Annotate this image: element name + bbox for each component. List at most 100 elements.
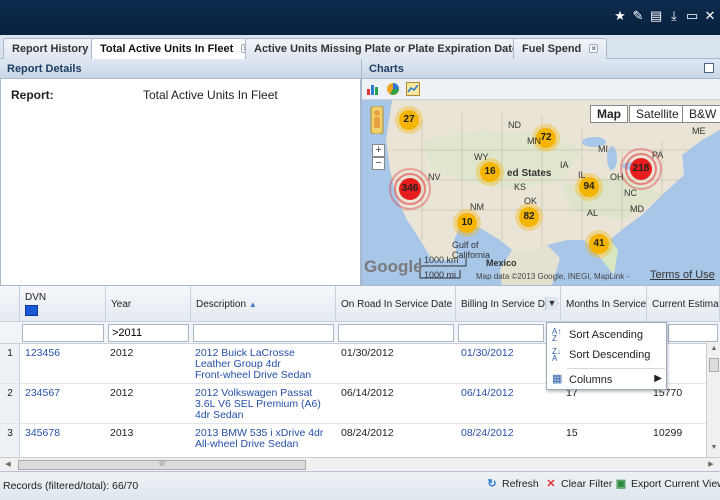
cluster-count[interactable]: 72	[531, 132, 561, 143]
column-header-billing-date[interactable]: Billing In Service Date ▼	[456, 286, 561, 322]
map-state-label: MI	[598, 144, 608, 154]
menu-item-label: Sort Descending	[569, 349, 651, 361]
billing-date-link[interactable]: 08/24/2012	[461, 428, 514, 439]
cluster-count[interactable]: 41	[584, 238, 614, 249]
map-icon[interactable]	[406, 82, 420, 96]
columns-menu-item[interactable]: ▦ Columns ▶	[547, 370, 666, 390]
report-details-header: Report Details	[0, 59, 361, 79]
dvn-filter-input[interactable]	[22, 324, 104, 342]
status-bar: Records (filtered/total): 66/70 ↻ Refres…	[0, 471, 720, 500]
column-header-months[interactable]: Months In Service	[561, 286, 647, 322]
tab-fuel-spend[interactable]: Fuel Spend ×	[513, 38, 608, 59]
estimate-filter-input[interactable]	[668, 324, 718, 342]
google-logo: Google	[364, 257, 423, 276]
tab-active-units-missing-plate[interactable]: Active Units Missing Plate or Plate Expi…	[245, 38, 545, 59]
dvn-link[interactable]: 234567	[25, 388, 60, 399]
description-link[interactable]: 2012 Volkswagen Passat 3.6L V6 SEL Premi…	[195, 388, 321, 421]
export-label: Export Current View	[631, 478, 720, 490]
download-icon[interactable]: ⤓	[668, 9, 680, 23]
scroll-down-icon[interactable]: ▼	[709, 444, 719, 454]
table-row[interactable]: 2 234567 2012 2012 Volkswagen Passat 3.6…	[0, 384, 720, 424]
map-state-label: OH	[610, 172, 624, 182]
map-type-map[interactable]: Map	[590, 105, 628, 123]
dvn-filter-icon	[25, 305, 38, 316]
cluster-count[interactable]: 10	[452, 217, 482, 228]
cluster-count[interactable]: 218	[626, 163, 656, 174]
map-state-label: WY	[474, 152, 489, 162]
row-number: 3	[7, 428, 13, 439]
dvn-link[interactable]: 123456	[25, 348, 60, 359]
cluster-count[interactable]: 82	[514, 211, 544, 222]
tab-label: Fuel Spend	[522, 43, 582, 55]
terms-of-use-link[interactable]: Terms of Use	[650, 269, 715, 281]
restore-icon[interactable]	[704, 63, 714, 73]
sort-ascending-menu-item[interactable]: A↑ Z Sort Ascending	[547, 325, 666, 345]
tab-report-history[interactable]: Report History	[3, 38, 98, 59]
clear-filter-label: Clear Filter	[561, 478, 613, 490]
menu-item-label: Sort Ascending	[569, 329, 643, 341]
column-header-label: Current Estimate	[652, 299, 720, 310]
scroll-left-icon[interactable]: ◀	[3, 460, 13, 470]
column-header-on-road-date[interactable]: On Road In Service Date	[336, 286, 456, 322]
map-scale-km: 1000 km	[424, 255, 459, 265]
export-button[interactable]: ▣ Export Current View	[615, 478, 720, 494]
tab-label: Active Units Missing Plate or Plate Expi…	[254, 43, 519, 55]
pie-chart-icon[interactable]	[386, 82, 400, 96]
map-scale-mi: 1000 mi	[424, 270, 457, 280]
print-icon[interactable]: ▤	[650, 9, 662, 23]
tab-close-icon[interactable]: ×	[589, 44, 599, 53]
scroll-thumb[interactable]: III	[18, 460, 306, 470]
column-header-description[interactable]: Description ▲	[191, 286, 336, 322]
scroll-right-icon[interactable]: ▶	[706, 460, 716, 470]
cluster-count[interactable]: 16	[475, 166, 505, 177]
map-type-satellite[interactable]: Satellite	[629, 105, 686, 123]
billing-date-link[interactable]: 06/14/2012	[461, 388, 514, 399]
zoom-in-button[interactable]: +	[372, 144, 385, 157]
description-link[interactable]: 2012 Buick LaCrosse Leather Group 4dr Fr…	[195, 348, 311, 381]
column-header-label: Months In Service	[566, 299, 647, 310]
on-road-filter-input[interactable]	[338, 324, 454, 342]
horizontal-scrollbar[interactable]: ◀ III ▶	[0, 457, 720, 471]
billing-filter-input[interactable]	[458, 324, 544, 342]
star-icon[interactable]: ★	[614, 9, 626, 23]
description-filter-input[interactable]	[193, 324, 334, 342]
refresh-button[interactable]: ↻ Refresh	[486, 478, 538, 494]
column-header-year[interactable]: Year	[106, 286, 191, 322]
scroll-thumb[interactable]	[709, 358, 719, 372]
months-cell: 15	[566, 427, 578, 439]
column-header-dvn[interactable]: DVN	[20, 286, 106, 322]
billing-date-link[interactable]: 01/30/2012	[461, 348, 514, 359]
sort-descending-menu-item[interactable]: Z↓ A Sort Descending	[547, 345, 666, 365]
on-road-date-cell: 06/14/2012	[341, 387, 394, 399]
column-header-estimate[interactable]: Current Estimate	[647, 286, 720, 322]
map-state-label: OK	[524, 196, 538, 206]
table-row[interactable]: 3 345678 2013 2013 BMW 535 i xDrive 4dr …	[0, 424, 720, 458]
cluster-count[interactable]: 94	[574, 181, 604, 192]
pin-icon[interactable]: ✎	[632, 9, 644, 23]
sort-ascending-icon: A↑ Z	[552, 327, 562, 343]
clear-filter-button[interactable]: ✕ Clear Filter	[545, 478, 612, 494]
bar-chart-icon[interactable]	[366, 82, 380, 96]
cluster-count[interactable]: 346	[395, 183, 425, 194]
column-menu-chevron-icon[interactable]: ▼	[545, 297, 558, 310]
dvn-link[interactable]: 345678	[25, 428, 60, 439]
map-state-label: AL	[587, 208, 599, 218]
description-link[interactable]: 2013 BMW 535 i xDrive 4dr All-wheel Driv…	[195, 428, 323, 450]
cluster-count[interactable]: 27	[394, 114, 424, 125]
app-window: ★ ✎ ▤ ⤓ ▭ ✕ Report History Total Active …	[0, 0, 720, 500]
tab-total-active-units[interactable]: Total Active Units In Fleet×	[91, 38, 260, 60]
report-label: Report:	[11, 88, 54, 102]
close-icon[interactable]: ✕	[704, 9, 716, 23]
street-view-pegman-icon[interactable]	[370, 106, 384, 134]
map-type-bw[interactable]: B&W	[682, 105, 720, 123]
vertical-scrollbar[interactable]: ▲ ▼	[706, 342, 720, 458]
sort-ascending-icon: ▲	[248, 300, 257, 309]
maximize-icon[interactable]: ▭	[686, 9, 698, 23]
tab-label: Total Active Units In Fleet	[100, 43, 234, 55]
year-filter-input[interactable]	[108, 324, 189, 342]
on-road-date-cell: 01/30/2012	[341, 347, 394, 359]
report-details-body: Report: Total Active Units In Fleet	[0, 79, 361, 285]
scroll-up-icon[interactable]: ▲	[709, 345, 719, 355]
zoom-out-button[interactable]: −	[372, 157, 385, 170]
cluster-map[interactable]: ND MN NV WY KS OK AL NC NM MI OH IA PA M…	[362, 100, 720, 285]
